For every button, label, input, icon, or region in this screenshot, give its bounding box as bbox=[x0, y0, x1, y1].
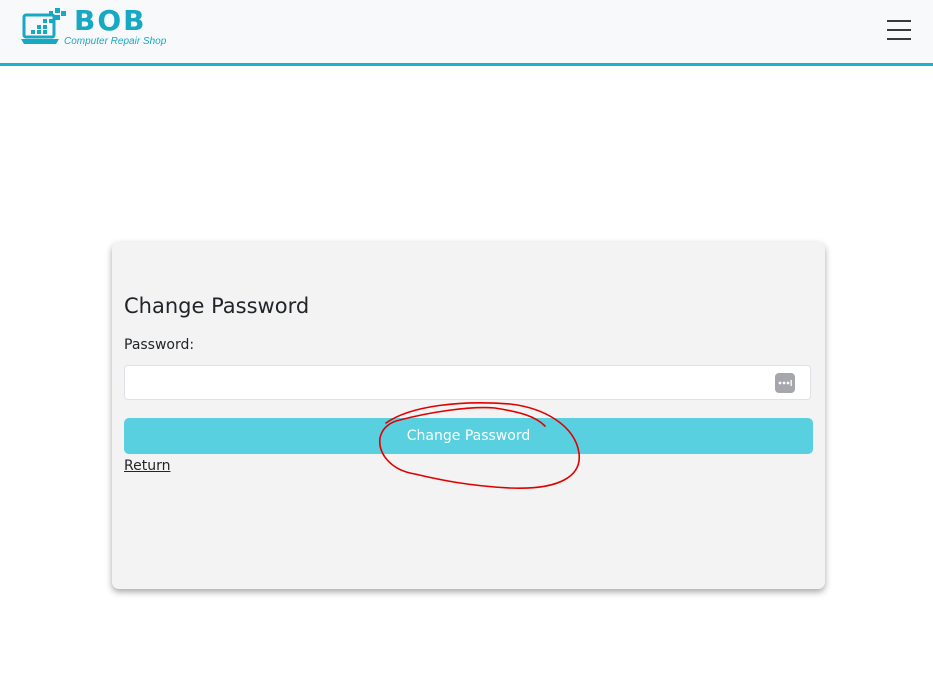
hamburger-menu-icon[interactable] bbox=[884, 18, 914, 42]
change-password-card: Change Password Password: Change Passwor… bbox=[112, 242, 825, 589]
return-link[interactable]: Return bbox=[124, 458, 170, 474]
brand-logo[interactable]: BOB Computer Repair Shop bbox=[21, 4, 181, 52]
brand-subtitle: Computer Repair Shop bbox=[64, 36, 167, 47]
password-label: Password: bbox=[124, 337, 195, 353]
password-input[interactable] bbox=[124, 365, 811, 400]
page-title: Change Password bbox=[124, 294, 310, 318]
password-dots-icon[interactable] bbox=[775, 373, 795, 393]
laptop-logo-icon bbox=[21, 8, 66, 44]
brand-title: BOB bbox=[74, 4, 147, 37]
navbar: BOB Computer Repair Shop bbox=[0, 0, 933, 66]
change-password-button[interactable]: Change Password bbox=[124, 418, 813, 454]
